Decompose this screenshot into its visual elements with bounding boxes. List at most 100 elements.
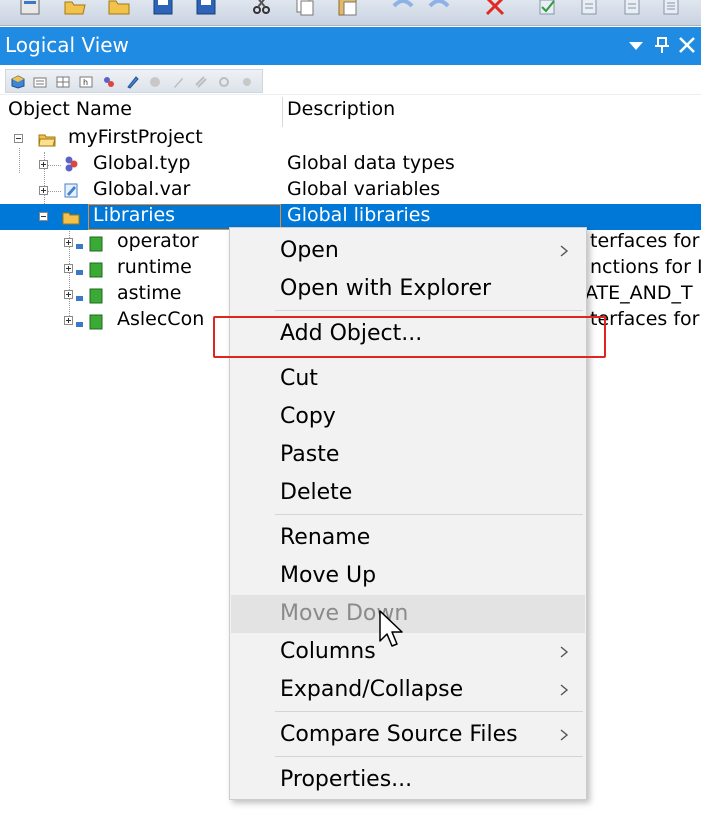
dropdown-arrow-icon[interactable] [626,35,646,55]
tree-item-label: runtime [117,256,192,278]
tree-item-description: Global variables [287,178,441,200]
expand-toggle[interactable] [39,186,48,195]
save-icon[interactable] [150,0,176,18]
variable-icon [64,183,78,198]
menu-separator [275,514,583,515]
tree-item-label: Libraries [93,204,176,226]
tree-item-description: terfaces for [590,308,700,330]
menu-item-label: Cut [280,366,318,391]
undo-icon[interactable] [390,0,416,18]
tree-item-description: ATE_AND_T [585,282,693,304]
tree-item-description: Global data types [287,152,455,174]
tree-item-description: nctions for IE [590,256,701,278]
settings-icon[interactable] [240,75,254,89]
menu-item-open[interactable]: Open [231,232,585,270]
column-header-name[interactable]: Object Name [8,98,132,124]
highlight-annotation [213,316,606,358]
delete-icon[interactable] [482,0,508,18]
menu-item-properties[interactable]: Properties... [231,761,585,799]
main-toolbar [0,0,701,26]
menu-item-label: Rename [280,525,371,550]
menu-item-open-with-explorer[interactable]: Open with Explorer [231,270,585,308]
document-list-icon[interactable] [658,0,684,18]
menu-item-move-down[interactable]: Move Down [231,595,585,633]
menu-item-label: Compare Source Files [280,722,518,747]
tree-item-label: myFirstProject [68,126,203,148]
menu-item-delete[interactable]: Delete [231,474,585,512]
properties-doc-icon[interactable] [576,0,602,18]
menu-item-label: Delete [280,480,353,505]
column-header-description[interactable]: Description [287,98,395,124]
folder-icon[interactable] [106,0,132,18]
cube-icon[interactable] [11,75,25,89]
tree-item-label: AslecCon [117,308,205,330]
expand-toggle[interactable] [64,316,73,325]
menu-item-columns[interactable]: Columns [231,633,585,671]
menu-item-copy[interactable]: Copy [231,398,585,436]
close-icon[interactable] [677,35,697,55]
chevron-right-icon [560,684,569,696]
grid-view-icon[interactable] [56,75,70,89]
menu-item-compare-source-files[interactable]: Compare Source Files [231,716,585,754]
library-icon [76,262,103,278]
menu-item-label: Columns [280,639,376,664]
menu-item-label: Open [280,238,339,263]
view-toolbar: h [0,65,701,95]
project-folder-icon [38,134,56,147]
context-menu: Open Open with Explorer Add Object... Cu… [229,227,587,800]
tree-item-label: Global.typ [93,152,191,174]
menu-separator [275,756,583,757]
pin-icon[interactable] [652,35,672,55]
edit-icon[interactable] [171,75,185,89]
link-icon[interactable] [194,75,208,89]
panel-title: Logical View [5,33,129,57]
menu-separator [275,711,583,712]
panel-title-bar: Logical View [0,27,701,65]
copy-icon[interactable] [292,0,318,18]
menu-item-expand-collapse[interactable]: Expand/Collapse [231,671,585,709]
refresh-icon[interactable] [217,75,231,89]
menu-item-label: Copy [280,404,336,429]
large-icons-view-icon[interactable] [33,75,47,89]
chevron-right-icon [560,729,569,741]
open-folder-icon[interactable] [62,0,88,18]
menu-item-rename[interactable]: Rename [231,519,585,557]
collapse-toggle[interactable] [39,212,48,221]
save-all-icon[interactable] [193,0,219,18]
expand-toggle[interactable] [64,238,73,247]
menu-item-paste[interactable]: Paste [231,436,585,474]
column-divider[interactable] [282,97,283,127]
tree-item-label: Global.var [93,178,191,200]
check-in-icon[interactable] [534,0,560,18]
folder-icon [62,212,80,225]
redo-icon[interactable] [426,0,452,18]
expand-toggle[interactable] [64,264,73,273]
tree-item-label: astime [117,282,182,304]
variable-icon[interactable] [125,75,139,89]
menu-item-label: Move Up [280,563,377,588]
datatype-icon[interactable] [102,75,116,89]
menu-item-label: Open with Explorer [280,276,492,301]
cut-icon[interactable] [249,0,275,18]
menu-item-cut[interactable]: Cut [231,360,585,398]
menu-item-label: Paste [280,442,340,467]
library-icon [76,288,103,304]
menu-item-move-up[interactable]: Move Up [231,557,585,595]
tree-row[interactable]: Global.var Global variables [0,178,701,204]
document-check-icon[interactable] [619,0,645,18]
tree-item-description: terfaces for [590,230,700,252]
tree-row-root[interactable]: myFirstProject [0,126,701,152]
hex-view-icon[interactable]: h [79,75,93,89]
chevron-right-icon [560,646,569,658]
paste-icon[interactable] [335,0,361,18]
tree-item-label: operator [117,230,199,252]
expand-toggle[interactable] [64,290,73,299]
tree-row[interactable]: Global.typ Global data types [0,152,701,178]
project-icon[interactable] [18,0,44,18]
datatype-icon [65,156,78,172]
tree-item-description: Global libraries [287,204,431,226]
collapse-toggle[interactable] [14,134,23,143]
tree-icon[interactable] [148,75,162,89]
expand-toggle[interactable] [39,160,48,169]
library-icon [76,236,103,252]
